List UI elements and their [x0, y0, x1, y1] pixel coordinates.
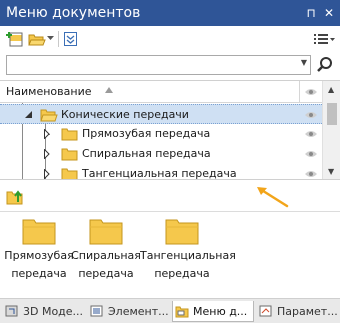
eye-icon[interactable]	[304, 129, 318, 139]
pin-icon[interactable]: ⊓	[304, 5, 318, 21]
preview-item-label-line2: передача	[78, 267, 134, 280]
new-document-icon[interactable]	[6, 30, 24, 48]
tab-document-menu[interactable]: Меню д...	[172, 301, 254, 322]
tree-row-label: Тангенциальная передача	[82, 167, 237, 180]
open-folder-icon[interactable]	[28, 30, 46, 48]
tab-label: Элемент...	[108, 305, 169, 318]
eye-icon[interactable]	[304, 169, 318, 179]
tree-row-label: Спиральная передача	[82, 147, 211, 160]
scrollbar-thumb[interactable]	[327, 103, 337, 125]
tree-row-tangential-gear[interactable]: Тангенциальная передача	[0, 164, 322, 180]
collapsed-arrow-icon[interactable]	[44, 149, 50, 159]
preview-item-label-line2: передача	[154, 267, 210, 280]
tab-label: 3D Моде...	[23, 305, 84, 318]
tab-label: Парамет...	[277, 305, 338, 318]
search-row: ▼	[0, 52, 340, 78]
document-menu-icon	[175, 306, 189, 318]
folder-open-icon	[40, 109, 58, 122]
tree-vertical-scrollbar[interactable]: ▲ ▼	[322, 81, 340, 179]
list-view-icon[interactable]	[312, 30, 336, 48]
tree-row-label: Конические передачи	[61, 108, 189, 121]
preview-item-label-line1: Тангенциальная	[140, 249, 236, 262]
tab-elements[interactable]: Элемент...	[88, 301, 170, 322]
tree-column-header: Наименование	[0, 81, 322, 103]
preview-item-spiral-gear[interactable]: Спиральная передача	[71, 217, 141, 282]
preview-item-label-line1: Спиральная	[71, 249, 141, 262]
elements-icon	[90, 305, 103, 317]
toolbar-divider	[58, 31, 59, 47]
panel-tab-bar: 3D Моде... Элемент... Меню д... Парамет.…	[0, 298, 340, 323]
eye-icon[interactable]	[304, 149, 318, 159]
tree-row-spiral-gear[interactable]: Спиральная передача	[0, 144, 322, 164]
expanded-arrow-icon[interactable]	[25, 111, 33, 119]
collapsed-arrow-icon[interactable]	[44, 129, 50, 139]
collapse-icon[interactable]	[63, 30, 79, 48]
parameters-icon	[259, 305, 272, 317]
folder-icon	[61, 148, 78, 161]
close-icon[interactable]: ✕	[322, 5, 336, 21]
panel-title-bar: Меню документов ⊓ ✕	[0, 0, 340, 26]
folder-icon	[165, 219, 199, 245]
panel-title: Меню документов	[6, 5, 141, 21]
collapsed-arrow-icon[interactable]	[44, 169, 50, 179]
search-input[interactable]	[7, 56, 292, 74]
document-tree: Наименование Конические передачи Прямозу…	[0, 80, 340, 180]
eye-icon[interactable]	[304, 87, 318, 97]
folder-icon	[61, 128, 78, 141]
scroll-down-arrow-icon[interactable]: ▼	[328, 167, 334, 176]
tab-3d-model[interactable]: 3D Моде...	[3, 301, 86, 322]
folder-icon	[22, 219, 56, 245]
preview-item-label-line2: передача	[11, 267, 67, 280]
tree-row-conical-gears[interactable]: Конические передачи	[0, 104, 322, 124]
folder-icon	[89, 219, 123, 245]
name-column-header[interactable]: Наименование	[6, 85, 91, 98]
tab-parameters[interactable]: Парамет...	[257, 301, 339, 322]
preview-item-label-line1: Прямозубая	[4, 249, 74, 262]
scroll-up-arrow-icon[interactable]: ▲	[328, 85, 334, 94]
tree-row-label: Прямозубая передача	[82, 127, 211, 140]
search-dropdown-arrow-icon[interactable]: ▼	[301, 58, 307, 67]
up-level-icon[interactable]	[6, 189, 24, 205]
tab-label: Меню д...	[193, 305, 248, 318]
3d-model-icon	[5, 305, 18, 317]
search-combobox[interactable]: ▼	[6, 55, 311, 75]
toolbar	[0, 26, 340, 52]
sort-ascending-icon	[105, 87, 113, 93]
preview-item-spur-gear[interactable]: Прямозубая передача	[4, 217, 74, 282]
annotation-arrow-icon	[257, 187, 289, 208]
search-icon[interactable]	[314, 55, 336, 75]
preview-item-tangential-gear[interactable]: Тангенциальная передача	[140, 217, 236, 282]
tree-row-spur-gear[interactable]: Прямозубая передача	[0, 124, 322, 144]
eye-icon[interactable]	[304, 110, 318, 120]
folder-icon	[61, 168, 78, 179]
